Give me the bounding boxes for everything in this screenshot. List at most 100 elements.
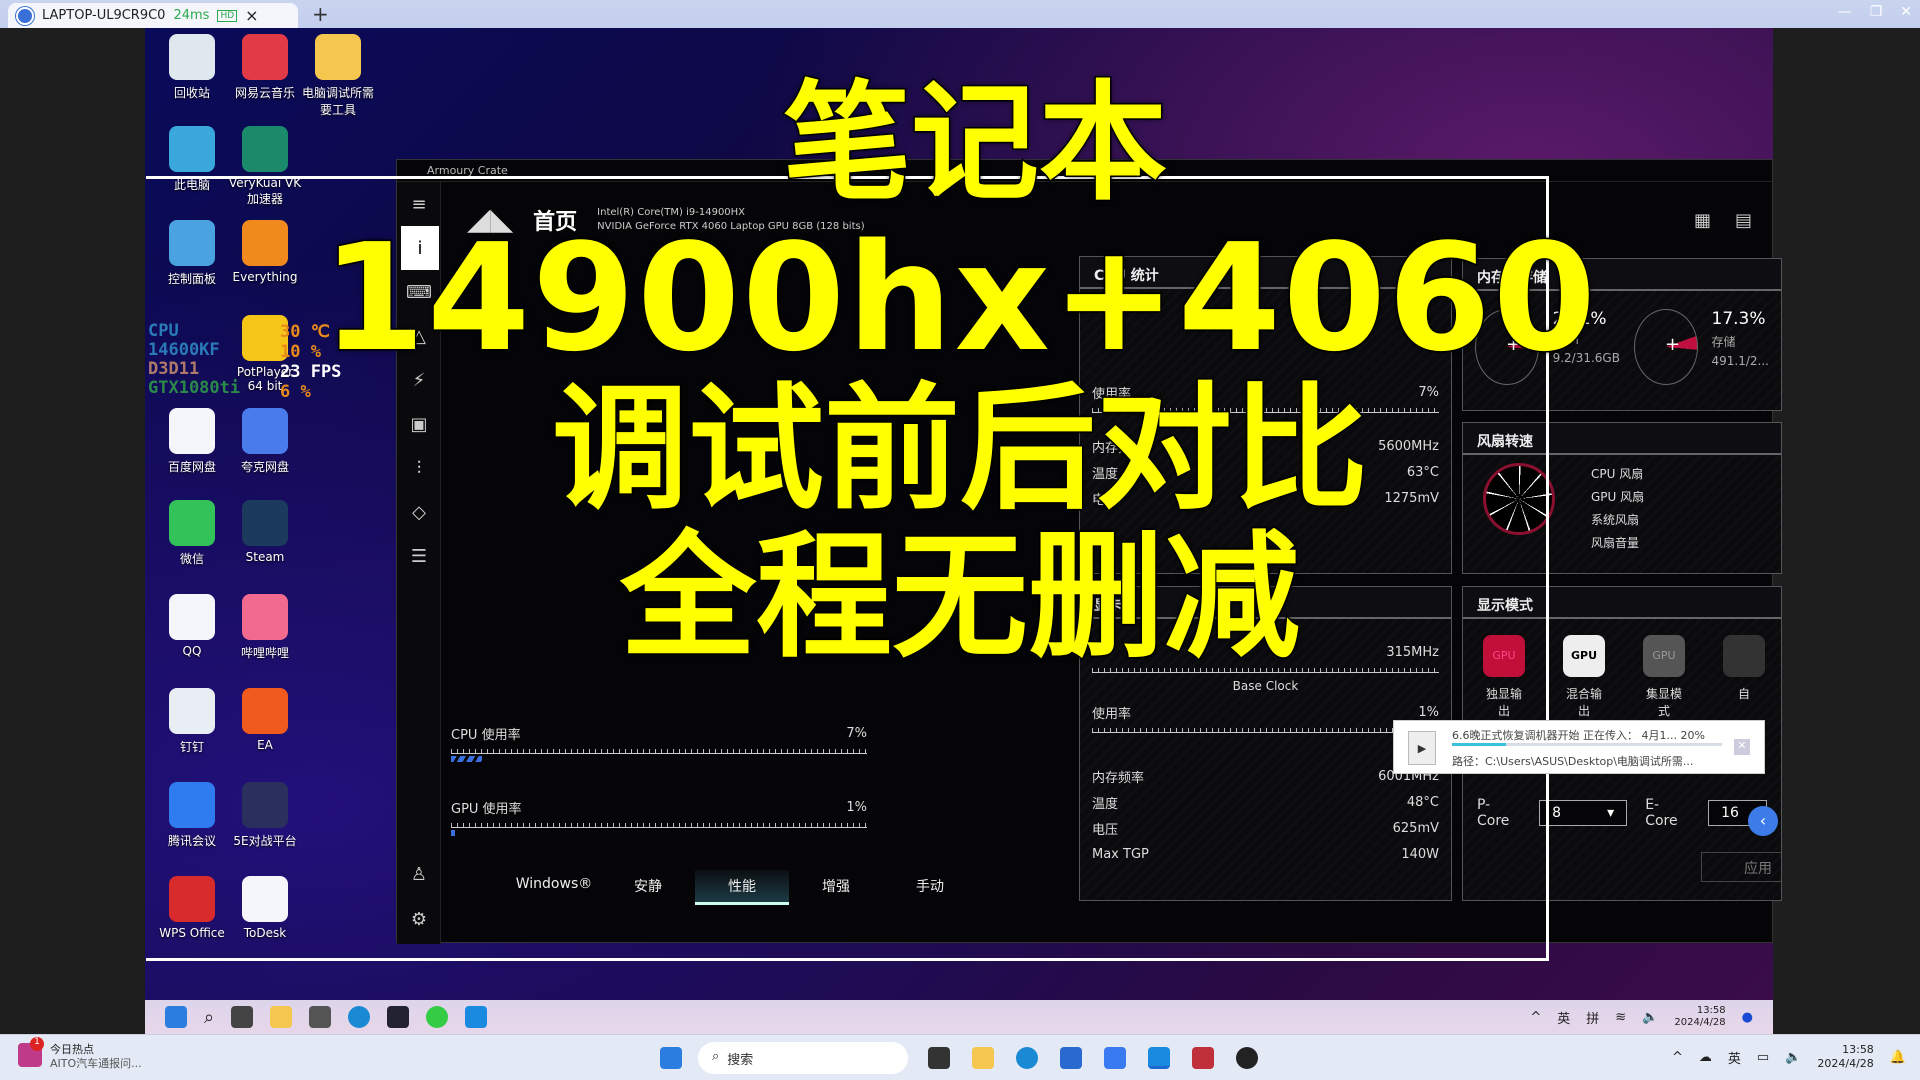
tray-chevron-icon[interactable]: ^ bbox=[1530, 1010, 1541, 1025]
aura-icon[interactable]: △ bbox=[397, 314, 441, 358]
start-icon[interactable] bbox=[165, 1006, 187, 1028]
mode-tab[interactable]: 增强 bbox=[789, 870, 883, 905]
tag-icon[interactable]: ◇ bbox=[397, 490, 441, 534]
desktop-icon[interactable]: WPS Office bbox=[155, 876, 229, 940]
value: 625mV bbox=[1392, 820, 1439, 836]
news-badge: 1 bbox=[30, 1037, 44, 1051]
scenario-icon[interactable]: ▣ bbox=[397, 402, 441, 446]
remote-session-tab[interactable]: LAPTOP-UL9CR9C0 24ms HD × bbox=[8, 3, 298, 28]
mode-tab[interactable]: 安静 bbox=[601, 870, 695, 905]
auto-mode-button[interactable]: 自 bbox=[1723, 635, 1765, 719]
ime-mode[interactable]: 拼 bbox=[1586, 1008, 1599, 1027]
file-transfer-notification: ▶ 6.6晚正式恢复调机器开始 正在传入： 4月1... 20% 路径：C:\U… bbox=[1393, 720, 1765, 774]
app-icon[interactable] bbox=[1104, 1047, 1126, 1069]
settings-gear-icon[interactable]: ⚙ bbox=[397, 897, 441, 941]
desktop-icon[interactable]: 电脑调试所需要工具 bbox=[301, 34, 375, 118]
task-view-icon[interactable] bbox=[928, 1047, 950, 1069]
gamevisual-icon[interactable]: ⚡ bbox=[397, 358, 441, 402]
todesk-icon[interactable] bbox=[1148, 1047, 1170, 1069]
desktop-icon[interactable]: EA bbox=[228, 688, 302, 752]
keyboard-icon[interactable]: ⌨ bbox=[397, 270, 441, 314]
news-icon[interactable]: ☰ bbox=[397, 534, 441, 578]
news-widget[interactable]: 1 今日热点 AITO汽车通报问... bbox=[18, 1037, 142, 1071]
volume-icon[interactable]: 🔈 bbox=[1785, 1050, 1801, 1065]
search-box[interactable]: ⌕ 搜索 bbox=[698, 1042, 908, 1074]
task-view-icon[interactable] bbox=[231, 1006, 254, 1028]
apply-button[interactable]: 应用 bbox=[1701, 852, 1781, 882]
store-icon[interactable] bbox=[1060, 1047, 1082, 1069]
igpu-mode-button[interactable]: GPU 集显模式 bbox=[1643, 635, 1685, 719]
app-icon bbox=[242, 688, 288, 734]
wifi-icon[interactable]: ≋ bbox=[1615, 1010, 1626, 1025]
close-tab-button[interactable]: × bbox=[245, 6, 258, 25]
desktop-icon[interactable]: 控制面板 bbox=[155, 220, 229, 287]
window-controls: — ❐ ✕ bbox=[1838, 4, 1912, 20]
desktop-icon[interactable]: QQ bbox=[155, 594, 229, 658]
edge-icon[interactable] bbox=[1016, 1047, 1038, 1069]
notes-icon[interactable]: ▤ bbox=[1735, 210, 1752, 231]
hybrid-mode-button[interactable]: GPU 混合输出 bbox=[1563, 635, 1605, 719]
base-clock-label: Base Clock bbox=[1232, 679, 1299, 693]
desktop-icon[interactable]: 微信 bbox=[155, 500, 229, 567]
file-explorer-icon[interactable] bbox=[972, 1047, 994, 1069]
layout-icon[interactable]: ▦ bbox=[1694, 210, 1711, 231]
armoury-crate-window: Armoury Crate ≡ i ⌨ △ ⚡ ▣ ⫶ ◇ ☰ ♙ ⚙ ◢◣ 首… bbox=[396, 159, 1782, 944]
dgpu-mode-button[interactable]: GPU 独显输出 bbox=[1483, 635, 1525, 719]
file-explorer-icon[interactable] bbox=[270, 1006, 293, 1028]
start-icon[interactable] bbox=[660, 1047, 682, 1069]
5e-icon[interactable] bbox=[387, 1006, 410, 1028]
menu-icon[interactable]: ≡ bbox=[397, 182, 441, 226]
desktop-icon[interactable]: 哔哩哔哩 bbox=[228, 594, 302, 661]
todesk-icon[interactable] bbox=[465, 1006, 488, 1028]
wechat-icon[interactable] bbox=[426, 1006, 449, 1028]
voicemeeter-icon[interactable] bbox=[1192, 1047, 1214, 1069]
minimize-button[interactable]: — bbox=[1838, 4, 1852, 20]
app-icon bbox=[242, 594, 288, 640]
app-sidebar: ≡ i ⌨ △ ⚡ ▣ ⫶ ◇ ☰ ♙ ⚙ bbox=[397, 182, 441, 944]
desktop-icon[interactable]: 网易云音乐 bbox=[228, 34, 302, 101]
mode-tab[interactable]: 手动 bbox=[883, 870, 977, 905]
desktop-icon-label: QQ bbox=[182, 644, 202, 658]
mode-tab[interactable]: 性能 bbox=[695, 870, 789, 905]
collapse-chevron-left-icon[interactable]: ‹ bbox=[1748, 806, 1778, 836]
ime-lang[interactable]: 英 bbox=[1728, 1048, 1741, 1067]
ram-percent: 29.1% bbox=[1552, 309, 1607, 329]
home-icon[interactable]: i bbox=[401, 226, 439, 270]
close-icon[interactable]: ✕ bbox=[1734, 739, 1750, 755]
ime-lang[interactable]: 英 bbox=[1557, 1008, 1570, 1027]
edge-icon[interactable] bbox=[348, 1006, 371, 1028]
transfer-progress-fill bbox=[1452, 743, 1506, 746]
volume-icon[interactable]: 🔈 bbox=[1642, 1010, 1658, 1025]
record-icon[interactable] bbox=[1236, 1047, 1258, 1069]
notification-bell-icon[interactable]: 🔔 bbox=[1890, 1050, 1906, 1065]
desktop-icon[interactable]: 钉钉 bbox=[155, 688, 229, 755]
mode-tab[interactable]: Windows® bbox=[507, 870, 601, 905]
search-icon[interactable]: ⌕ bbox=[204, 1007, 214, 1028]
clock[interactable]: 13:58 2024/4/28 bbox=[1817, 1043, 1873, 1071]
desktop-icon[interactable]: VeryKuai VK 加速器 bbox=[228, 126, 302, 207]
desktop-icon[interactable]: 百度网盘 bbox=[155, 408, 229, 475]
desktop-icon[interactable]: Steam bbox=[228, 500, 302, 564]
desktop-icon-label: 钉钉 bbox=[179, 740, 204, 754]
close-window-button[interactable]: ✕ bbox=[1900, 4, 1912, 20]
network-icon[interactable]: ▭ bbox=[1757, 1050, 1769, 1065]
onedrive-icon[interactable]: ☁ bbox=[1699, 1050, 1712, 1065]
new-tab-button[interactable]: + bbox=[312, 2, 329, 26]
desktop-icon[interactable]: 夸克网盘 bbox=[228, 408, 302, 475]
settings-sliders-icon[interactable]: ⫶ bbox=[397, 446, 441, 490]
desktop-icon[interactable]: 5E对战平台 bbox=[228, 782, 302, 849]
armoury-crate-icon[interactable] bbox=[309, 1006, 332, 1028]
desktop-icon[interactable]: 回收站 bbox=[155, 34, 229, 101]
fan-dial-icon bbox=[1483, 463, 1555, 535]
desktop-icon[interactable]: 腾讯会议 bbox=[155, 782, 229, 849]
maximize-button[interactable]: ❐ bbox=[1870, 4, 1883, 20]
pcore-select[interactable]: 8 ▾ bbox=[1539, 800, 1628, 826]
tray-chevron-icon[interactable]: ^ bbox=[1672, 1050, 1683, 1065]
bell-icon[interactable]: ● bbox=[1742, 1010, 1753, 1025]
desktop-icon-label: WPS Office bbox=[159, 926, 225, 940]
user-icon[interactable]: ♙ bbox=[397, 852, 441, 896]
remote-clock[interactable]: 13:58 2024/4/28 bbox=[1674, 1005, 1725, 1029]
desktop-icon[interactable]: Everything bbox=[228, 220, 302, 284]
desktop-icon[interactable]: ToDesk bbox=[228, 876, 302, 940]
desktop-icon[interactable]: 此电脑 bbox=[155, 126, 229, 193]
